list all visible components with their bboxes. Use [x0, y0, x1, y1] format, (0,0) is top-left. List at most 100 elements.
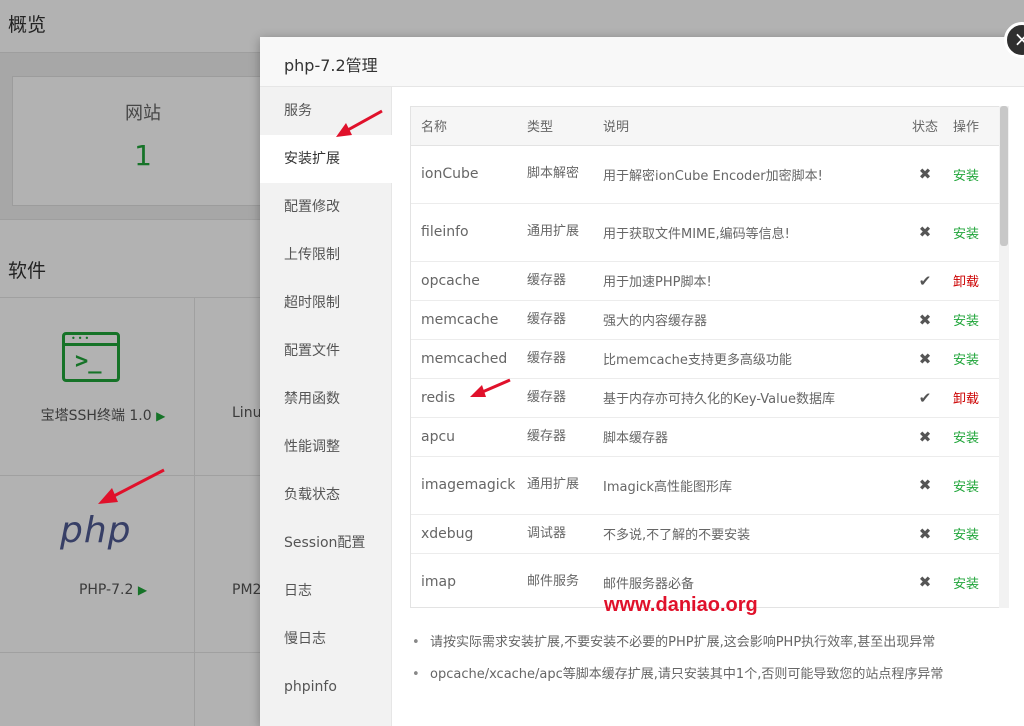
install-link[interactable]: 安装 — [953, 169, 979, 184]
extension-status-cell: ✖ — [903, 203, 947, 262]
extension-desc: 用于获取文件MIME,编码等信息! — [603, 226, 790, 242]
column-header-op: 操作 — [947, 107, 999, 146]
cross-icon: ✖ — [918, 524, 932, 543]
sidebar-item-session-config[interactable]: Session配置 — [260, 519, 392, 567]
modal-header: php-7.2管理 — [260, 37, 1024, 87]
extension-desc-cell: 基于内存亦可持久化的Key-Value数据库 — [603, 378, 903, 418]
install-link[interactable]: 安装 — [953, 431, 979, 446]
sidebar-item-performance[interactable]: 性能调整 — [260, 423, 392, 471]
extension-desc-cell: 用于加速PHP脚本! — [603, 261, 903, 301]
watermark-text: www.daniao.org — [604, 594, 758, 616]
extension-name: fileinfo — [421, 224, 469, 240]
extension-name: memcached — [421, 350, 508, 367]
extension-desc-cell: 用于解密ionCube Encoder加密脚本! — [603, 145, 903, 204]
extension-name: redis — [421, 389, 456, 406]
extension-status-cell: ✖ — [903, 339, 947, 379]
install-link[interactable]: 安装 — [953, 528, 979, 543]
modal-sidebar: 服务 安装扩展 配置修改 上传限制 超时限制 配置文件 禁用函数 性能调整 负载… — [260, 87, 392, 726]
uninstall-link[interactable]: 卸载 — [953, 275, 979, 290]
extension-name-cell: ionCube — [411, 145, 527, 204]
extension-desc: Imagick高性能图形库 — [603, 479, 733, 495]
extension-name-cell: opcache — [411, 261, 527, 301]
extension-type: 调试器 — [527, 525, 567, 541]
extension-desc-cell: 不多说,不了解的不要安装 — [603, 514, 903, 554]
extension-desc: 不多说,不了解的不要安装 — [603, 528, 751, 543]
extension-type: 脚本解密 — [527, 166, 580, 181]
extensions-table: 名称 类型 说明 状态 操作 ionCube 脚本解密 用于解密ionCube En… — [411, 107, 999, 607]
cross-icon: ✖ — [918, 427, 932, 446]
extension-desc-cell: 强大的内容缓存器 — [603, 300, 903, 340]
extension-status-cell: ✖ — [903, 417, 947, 457]
install-link[interactable]: 安装 — [953, 480, 979, 495]
extension-status-cell: ✔ — [903, 378, 947, 418]
annotation-arrow-icon — [98, 468, 165, 504]
table-row: imagemagick 通用扩展 Imagick高性能图形库 ✖ 安装 — [411, 456, 999, 515]
extension-type-cell: 缓存器 — [527, 417, 603, 457]
extension-action-cell: 安装 — [947, 553, 999, 607]
extension-action-cell: 安装 — [947, 514, 999, 554]
note-item: opcache/xcache/apc等脚本缓存扩展,请只安装其中1个,否则可能导… — [410, 659, 1010, 691]
table-row: ionCube 脚本解密 用于解密ionCube Encoder加密脚本! ✖ 安装 — [411, 145, 999, 204]
extension-desc: 用于解密ionCube Encoder加密脚本! — [603, 168, 823, 184]
extension-type: 缓存器 — [527, 428, 567, 444]
column-header-name: 名称 — [411, 107, 527, 146]
extension-name: apcu — [421, 428, 456, 445]
table-row: memcache 缓存器 强大的内容缓存器 ✖ 安装 — [411, 300, 999, 340]
sidebar-item-config-file[interactable]: 配置文件 — [260, 327, 392, 375]
sidebar-item-label: 安装扩展 — [284, 151, 340, 167]
cross-icon: ✖ — [918, 165, 932, 183]
extension-type-cell: 缓存器 — [527, 300, 603, 340]
install-link[interactable]: 安装 — [953, 353, 979, 368]
extension-name: memcache — [421, 311, 499, 328]
extension-name: xdebug — [421, 525, 474, 542]
extension-type: 缓存器 — [527, 311, 567, 327]
table-scrollbar[interactable] — [999, 106, 1009, 608]
extension-name-cell: imagemagick — [411, 456, 527, 515]
extension-name: ionCube — [421, 166, 479, 182]
scrollbar-thumb[interactable] — [1000, 106, 1008, 246]
extension-action-cell: 安装 — [947, 417, 999, 457]
cross-icon: ✖ — [918, 476, 932, 494]
extension-action-cell: 卸载 — [947, 378, 999, 418]
sidebar-item-install-extensions[interactable]: 安装扩展 — [260, 135, 392, 183]
extension-desc: 比memcache支持更多高级功能 — [603, 353, 792, 368]
sidebar-item-log[interactable]: 日志 — [260, 567, 392, 615]
table-header-row: 名称 类型 说明 状态 操作 — [411, 107, 999, 146]
sidebar-item-disabled-functions[interactable]: 禁用函数 — [260, 375, 392, 423]
install-link[interactable]: 安装 — [953, 314, 979, 329]
check-icon: ✔ — [918, 388, 932, 407]
extension-name-cell: imap — [411, 553, 527, 607]
annotation-arrow-icon — [336, 109, 383, 137]
extension-desc: 基于内存亦可持久化的Key-Value数据库 — [603, 392, 835, 407]
table-row: memcached 缓存器 比memcache支持更多高级功能 ✖ 安装 — [411, 339, 999, 379]
sidebar-item-timeout-limit[interactable]: 超时限制 — [260, 279, 392, 327]
extension-desc-cell: 用于获取文件MIME,编码等信息! — [603, 203, 903, 262]
uninstall-link[interactable]: 卸载 — [953, 392, 979, 407]
extension-type-cell: 缓存器 — [527, 378, 603, 418]
extension-status-cell: ✖ — [903, 300, 947, 340]
extension-type-cell: 缓存器 — [527, 261, 603, 301]
sidebar-item-phpinfo[interactable]: phpinfo — [260, 663, 392, 711]
extension-action-cell: 安装 — [947, 300, 999, 340]
sidebar-item-upload-limit[interactable]: 上传限制 — [260, 231, 392, 279]
table-row: apcu 缓存器 脚本缓存器 ✖ 安装 — [411, 417, 999, 457]
cross-icon: ✖ — [918, 310, 932, 329]
extension-name-cell: memcached — [411, 339, 527, 379]
note-item: 请按实际需求安装扩展,不要安装不必要的PHP扩展,这会影响PHP执行效率,甚至出… — [410, 627, 1010, 659]
extension-status-cell: ✖ — [903, 456, 947, 515]
sidebar-item-config-edit[interactable]: 配置修改 — [260, 183, 392, 231]
extension-status-cell: ✖ — [903, 514, 947, 554]
extension-action-cell: 安装 — [947, 339, 999, 379]
extension-type: 缓存器 — [527, 389, 567, 405]
extension-name-cell: fileinfo — [411, 203, 527, 262]
install-link[interactable]: 安装 — [953, 577, 979, 592]
sidebar-item-load-status[interactable]: 负载状态 — [260, 471, 392, 519]
extension-status-cell: ✔ — [903, 261, 947, 301]
extension-desc-cell: 脚本缓存器 — [603, 417, 903, 457]
column-header-desc: 说明 — [603, 107, 903, 146]
extension-action-cell: 卸载 — [947, 261, 999, 301]
sidebar-item-slow-log[interactable]: 慢日志 — [260, 615, 392, 663]
extension-name: opcache — [421, 272, 480, 289]
install-link[interactable]: 安装 — [953, 227, 979, 242]
extension-action-cell: 安装 — [947, 145, 999, 204]
